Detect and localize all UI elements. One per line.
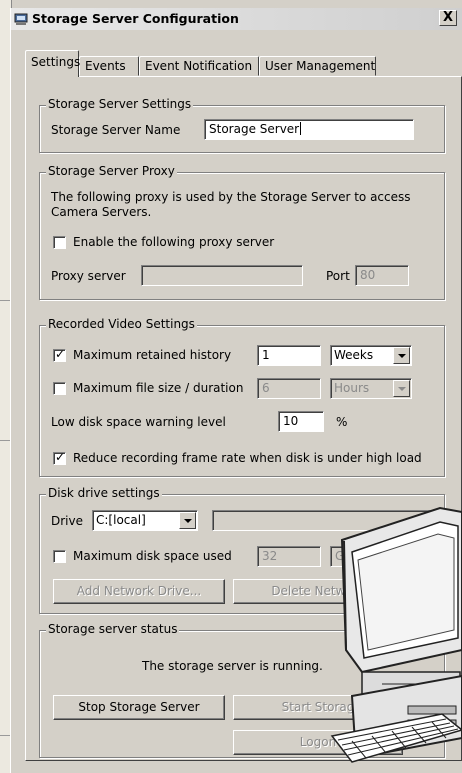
window-title: Storage Server Configuration xyxy=(32,11,239,26)
low-disk-unit: % xyxy=(336,415,348,429)
max-file-checkbox[interactable] xyxy=(53,382,66,395)
max-disk-space-input[interactable]: 32 xyxy=(257,546,321,567)
max-history-label: Maximum retained history xyxy=(73,348,232,362)
max-disk-space-label: Maximum disk space used xyxy=(73,549,232,563)
max-history-checkbox[interactable]: ✓ xyxy=(53,347,66,362)
server-status-message: The storage server is running. xyxy=(142,659,323,673)
drive-select[interactable]: C:[local] xyxy=(92,510,198,531)
storage-server-icon xyxy=(14,13,28,25)
max-disk-space-checkbox[interactable] xyxy=(53,550,66,563)
max-file-label: Maximum file size / duration xyxy=(73,381,244,395)
tab-settings[interactable]: Settings xyxy=(25,50,80,77)
max-file-unit-select[interactable]: Hours xyxy=(330,378,412,399)
group-title: Disk drive settings xyxy=(46,486,162,500)
proxy-description-2: Camera Servers. xyxy=(51,205,152,219)
proxy-server-input[interactable] xyxy=(141,265,303,286)
tab-user-management[interactable]: User Management xyxy=(259,56,376,76)
add-network-drive-button[interactable]: Add Network Drive... xyxy=(53,579,225,604)
reduce-frame-rate-label: Reduce recording frame rate when disk is… xyxy=(73,451,422,465)
proxy-description: The following proxy is used by the Stora… xyxy=(51,190,411,204)
checkmark-icon: ✓ xyxy=(55,347,66,361)
max-history-input[interactable]: 1 xyxy=(257,345,321,366)
close-button[interactable]: X xyxy=(439,10,457,26)
dropdown-arrow-icon[interactable] xyxy=(393,380,410,397)
max-history-unit-select[interactable]: Weeks xyxy=(330,345,412,366)
enable-proxy-checkbox[interactable] xyxy=(53,236,66,249)
dropdown-arrow-icon[interactable] xyxy=(393,347,410,364)
group-title: Storage Server Settings xyxy=(46,97,194,111)
computer-illustration-icon xyxy=(330,506,462,763)
drive-label: Drive xyxy=(51,514,83,528)
title-bar[interactable]: Storage Server Configuration X xyxy=(11,8,462,30)
max-file-input[interactable]: 6 xyxy=(257,378,321,399)
port-input[interactable]: 80 xyxy=(355,265,409,286)
tab-event-notification[interactable]: Event Notification xyxy=(139,56,259,76)
storage-server-settings-group: Storage Server Settings Storage Server N… xyxy=(39,97,445,153)
dropdown-arrow-icon[interactable] xyxy=(179,512,196,529)
port-label: Port xyxy=(326,269,350,283)
group-title: Recorded Video Settings xyxy=(46,317,197,331)
low-disk-input[interactable]: 10 xyxy=(278,411,324,432)
server-name-label: Storage Server Name xyxy=(51,123,181,137)
low-disk-label: Low disk space warning level xyxy=(51,415,226,429)
enable-proxy-label: Enable the following proxy server xyxy=(73,235,275,249)
tab-events[interactable]: Events xyxy=(79,56,139,76)
proxy-server-label: Proxy server xyxy=(51,269,126,283)
reduce-frame-rate-checkbox[interactable]: ✓ xyxy=(53,450,66,465)
checkmark-icon: ✓ xyxy=(55,450,66,464)
recorded-video-settings-group: Recorded Video Settings ✓ Maximum retain… xyxy=(39,317,445,477)
storage-server-proxy-group: Storage Server Proxy The following proxy… xyxy=(39,164,445,300)
group-title: Storage server status xyxy=(46,622,180,636)
group-title: Storage Server Proxy xyxy=(46,164,177,178)
server-name-input[interactable]: Storage Server xyxy=(204,119,414,140)
stop-storage-server-button[interactable]: Stop Storage Server xyxy=(53,695,225,720)
